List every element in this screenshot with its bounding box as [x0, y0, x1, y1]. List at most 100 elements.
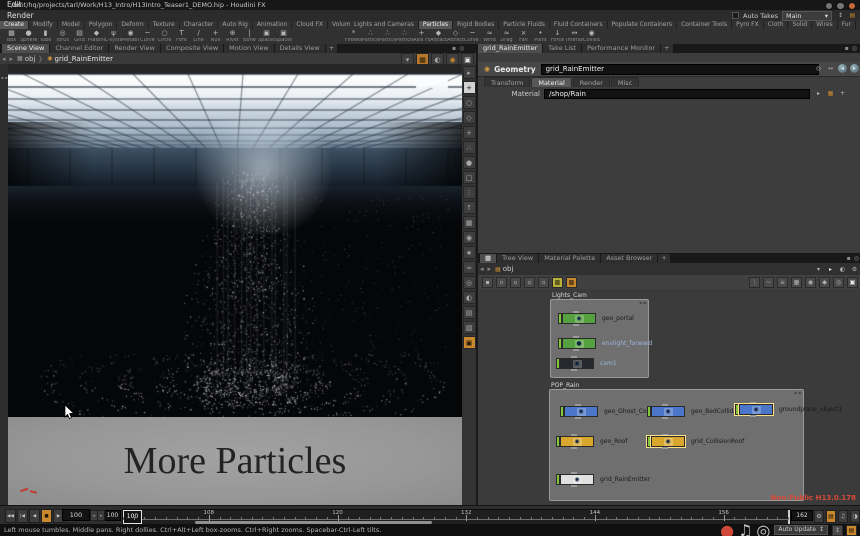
shape-palette-icon[interactable]: ▩ — [566, 277, 577, 288]
current-frame-field[interactable]: 100 — [62, 509, 90, 521]
shelf-tab-cloth[interactable]: Cloth — [764, 21, 788, 29]
rewind-button[interactable]: ◀◀ — [5, 509, 16, 523]
snapshot-half-icon[interactable]: ◐ — [838, 265, 847, 274]
net-forward-icon[interactable]: ▸ — [486, 265, 494, 273]
tab-details-view[interactable]: Details View — [275, 44, 325, 53]
menu-render[interactable]: Render — [0, 10, 47, 21]
record-indicator[interactable]: ● — [720, 521, 734, 536]
shelf-tool-l-system[interactable]: ψL-system — [105, 29, 122, 44]
color-palette-icon[interactable]: ▩ — [552, 277, 563, 288]
rotate-tool-icon[interactable]: ○ — [463, 96, 476, 109]
tab-render-view[interactable]: Render View — [109, 44, 160, 53]
shelf-tool-spaceshi[interactable]: ▣Spaceshi — [258, 29, 275, 44]
tab-grid-rainemitter[interactable]: grid_RainEmitter — [478, 44, 542, 53]
shelf-tab-auto-rig[interactable]: Auto Rig — [218, 21, 251, 29]
shelf-tab-particle-fluids[interactable]: Particle Fluids — [499, 21, 549, 29]
template-icon[interactable]: ▧ — [463, 321, 476, 334]
zoom-network-icon[interactable]: ◎ — [833, 277, 844, 288]
shelf-tab-lights-and-cameras[interactable]: Lights and Cameras — [350, 21, 418, 29]
param-search-icon[interactable]: ◎ — [814, 64, 823, 73]
snap-grid-icon[interactable]: ▦ — [791, 277, 802, 288]
fog-icon[interactable]: ≈ — [463, 261, 476, 274]
material-display-icon[interactable]: ◎ — [463, 276, 476, 289]
shaded-mode-icon[interactable]: ● — [463, 156, 476, 169]
mirror-icon[interactable]: ◐ — [463, 291, 476, 304]
tab-performance-monitor[interactable]: Performance Monitor — [582, 44, 660, 53]
realtime-toggle-icon[interactable]: ▤ — [826, 510, 836, 523]
tab-tree-view[interactable]: Tree View — [497, 254, 538, 263]
net-back-icon[interactable]: ◂ — [478, 265, 486, 273]
view-tool-icon[interactable]: ▸ — [463, 66, 476, 79]
shelf-tool-sphere[interactable]: ●Sphere — [20, 29, 37, 44]
linked-pane-icon[interactable]: ▪ — [845, 45, 849, 52]
tab-material-palette[interactable]: Material Palette — [539, 254, 600, 263]
objects-tool-icon[interactable]: ▪ — [1, 75, 4, 80]
node-geo-roof[interactable]: ◉geo_Roof — [556, 436, 598, 447]
param-tab-transform[interactable]: Transform — [484, 77, 530, 87]
expand-icon[interactable]: + — [838, 89, 847, 98]
grid-display-icon[interactable]: ▦ — [463, 216, 476, 229]
shelf-tool-metaball[interactable]: ◉Metaball — [122, 29, 139, 44]
linked-pane-icon[interactable]: ▪ — [452, 45, 456, 52]
shelf-tool-curve-for[interactable]: ~Curve For — [464, 29, 481, 44]
shelf-tab-polygon[interactable]: Polygon — [85, 21, 117, 29]
overview-icon[interactable]: ▣ — [847, 277, 858, 288]
shelf-tool-grid[interactable]: ▤Grid — [71, 29, 88, 44]
shelf-tab-solid[interactable]: Solid — [788, 21, 811, 29]
shelf-tab-fluid-containers[interactable]: Fluid Containers — [550, 21, 607, 29]
next-node-button[interactable]: ▸ — [850, 64, 859, 73]
shelf-tab-deform[interactable]: Deform — [117, 21, 147, 29]
tab-asset-browser[interactable]: Asset Browser — [601, 254, 657, 263]
path-root-crumb[interactable]: obj — [25, 55, 36, 63]
tab-channel-editor[interactable]: Channel Editor — [50, 44, 108, 53]
playhead-marker[interactable]: 100 — [123, 510, 142, 524]
shelf-tab-drive-simulation[interactable]: Drive Simulation — [856, 21, 860, 29]
audio-icon[interactable]: ♫ — [738, 521, 752, 536]
shelf-tool-curve[interactable]: ~Curve — [139, 29, 156, 44]
stop-button[interactable]: ■ — [41, 509, 52, 523]
shelf-tool-null[interactable]: +Null — [207, 29, 224, 44]
shelf-tool-torus[interactable]: ◎Torus — [54, 29, 71, 44]
takes-list-icon[interactable]: ↕ — [836, 11, 845, 20]
menu-arrow-icon[interactable]: ▸ — [814, 89, 823, 98]
node-cam1[interactable]: ▣cam1 — [556, 358, 598, 369]
material-path-field[interactable]: /shop/Rain — [544, 89, 810, 99]
shelf-tool-point[interactable]: •Point — [532, 29, 549, 44]
playback-options-icon[interactable]: ⚙ — [814, 510, 824, 523]
box-pick-icon[interactable]: ▫ — [510, 277, 521, 288]
chevron-up-down-icon[interactable]: ↕ — [819, 526, 824, 534]
pan-mode-icon[interactable]: ▫ — [496, 277, 507, 288]
tab-composite-view[interactable]: Composite View — [161, 44, 223, 53]
network-view-tab[interactable]: ▦ — [480, 254, 496, 263]
param-tab-material[interactable]: Material — [531, 77, 571, 87]
node-groundplane-object1[interactable]: ◉groundplane_object1 — [735, 404, 777, 415]
shelf-tool-spaceshi[interactable]: ▣Spaceshi — [275, 29, 292, 44]
tab-add-network-tab[interactable]: + — [658, 254, 669, 263]
shelf-tab-pyro-fx[interactable]: Pyro FX — [732, 21, 763, 29]
desktop-icon[interactable]: ▤ — [848, 11, 857, 20]
move-tool-icon[interactable]: + — [463, 81, 476, 94]
take-selector[interactable]: Main ▾ — [782, 11, 832, 21]
shelf-tool-box[interactable]: ▦Box — [3, 29, 20, 44]
prev-node-button[interactable]: ◂ — [838, 64, 847, 73]
viewport-render[interactable] — [8, 64, 462, 417]
display-options-icon[interactable]: ▣ — [463, 336, 476, 349]
shelf-tool-particles-f[interactable]: ∴Particles f — [362, 29, 379, 44]
pointer-mode-icon[interactable]: ▪ — [482, 277, 493, 288]
wireframe-icon[interactable]: □ — [463, 171, 476, 184]
network-gear-icon[interactable]: ⚙ — [850, 265, 859, 274]
performance-icon[interactable]: ◑ — [850, 510, 860, 523]
network-path-crumb[interactable]: obj — [503, 265, 514, 273]
shelf-tool-platonic[interactable]: ◆Platonic — [88, 29, 105, 44]
maximize-button[interactable] — [836, 2, 845, 11]
light-display-icon[interactable]: ★ — [463, 246, 476, 259]
shelf-tool-font[interactable]: TFont — [173, 29, 190, 44]
shelf-tool-axis-force[interactable]: +Axis Force — [413, 29, 430, 44]
close-button[interactable] — [848, 2, 857, 11]
range-menu-caret[interactable]: ▾ — [97, 510, 105, 521]
shelf-tool-rivet[interactable]: ⊕Rivet — [224, 29, 241, 44]
node-geo-bedcollider[interactable]: ◉geo_BedCollider — [647, 406, 689, 417]
shelf-tab-fur[interactable]: Fur — [838, 21, 855, 29]
param-filter-icon[interactable]: ↔ — [826, 64, 835, 73]
memory-usage-icon[interactable]: ▤ — [846, 525, 857, 536]
